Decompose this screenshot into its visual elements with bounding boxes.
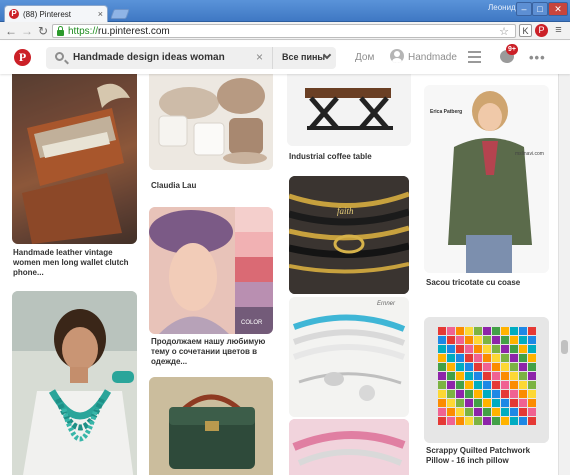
address-bar[interactable]: https:// ru.pinterest.com ☆ (52, 24, 516, 38)
bookmark-star-icon[interactable]: ☆ (499, 25, 509, 38)
reload-icon[interactable]: ↻ (36, 24, 50, 38)
url-host: ru.pinterest.com (98, 25, 170, 37)
new-tab-button[interactable] (110, 9, 130, 19)
browser-toolbar: ← → ↻ https:// ru.pinterest.com ☆ K P ≡ (0, 22, 570, 40)
woman-necklace-image-icon (12, 291, 137, 475)
pin-grid: Handmade leather vintage women men long … (0, 74, 558, 475)
infinity-bracelet-image-icon (289, 297, 409, 417)
scrollbar-thumb[interactable] (561, 340, 568, 354)
pin-image[interactable] (424, 317, 549, 443)
pin-caption[interactable]: Industrial coffee table (289, 152, 409, 162)
search-scope-select[interactable]: Все пины (282, 52, 325, 62)
page-scrollbar[interactable] (558, 74, 570, 475)
profile-link[interactable]: Handmade (408, 52, 457, 63)
browser-menu-icon[interactable]: ≡ (552, 24, 565, 37)
pinterest-favicon-icon: P (9, 9, 19, 19)
search-divider (272, 47, 273, 69)
avatar[interactable] (390, 49, 404, 63)
forward-arrow-icon[interactable]: → (20, 24, 34, 38)
search-icon (55, 52, 64, 61)
pin-image[interactable]: Erica Patberg mslinavi.com (424, 85, 549, 273)
maximize-button[interactable]: □ (532, 2, 548, 16)
ceramic-cups-image-icon (149, 74, 273, 170)
clear-search-icon[interactable]: × (256, 50, 263, 64)
browser-tab[interactable]: P (88) Pinterest × (4, 5, 108, 22)
search-box[interactable]: Handmade design ideas woman × Все пины (46, 47, 336, 69)
tab-title: (88) Pinterest (23, 9, 72, 19)
pinterest-logo-icon[interactable]: P (14, 49, 31, 66)
home-link[interactable]: Дом (355, 52, 374, 63)
notification-badge: 9+ (506, 44, 518, 55)
pin-image[interactable] (12, 291, 137, 475)
url-scheme: https:// (68, 25, 99, 37)
pin-image[interactable] (149, 74, 273, 170)
more-icon[interactable]: ••• (529, 50, 546, 65)
lock-icon (57, 25, 64, 36)
pin-image[interactable] (12, 74, 137, 244)
bracelet-text: faith (337, 206, 354, 216)
tab-close-icon[interactable]: × (98, 9, 103, 19)
pin-image[interactable]: COLOR (149, 207, 273, 334)
pinterest-header: P Handmade design ideas woman × Все пины… (0, 41, 570, 74)
pin-caption[interactable]: Sacou tricotate cu coase (426, 278, 546, 288)
pillow-image-icon (424, 317, 549, 443)
pin-caption[interactable]: Продолжаем нашу любимую тему о сочетании… (151, 337, 271, 367)
close-window-button[interactable]: ✕ (548, 2, 568, 16)
pin-image[interactable] (289, 419, 409, 475)
pin-caption[interactable]: Handmade leather vintage women men long … (13, 248, 135, 278)
pin-image[interactable]: Ernner (289, 297, 409, 417)
bracelet-brand: Ernner (377, 301, 396, 307)
swatch-label: COLOR (241, 320, 263, 326)
palette-image-icon (149, 207, 273, 334)
extension-icon[interactable]: K (519, 24, 532, 37)
minimize-button[interactable]: – (516, 2, 532, 16)
menu-icon[interactable] (468, 51, 481, 63)
site-watermark: mslinavi.com (515, 151, 544, 157)
pinterest-extension-icon[interactable]: P (535, 24, 548, 37)
search-input[interactable]: Handmade design ideas woman (73, 52, 225, 63)
pin-image[interactable]: faith (289, 176, 409, 294)
coffee-table-image-icon (287, 74, 411, 146)
bracelets-image-icon (289, 176, 409, 294)
window-title-bar: P (88) Pinterest × Леонид – □ ✕ (0, 0, 570, 22)
pin-image[interactable] (287, 74, 411, 146)
pin-caption[interactable]: Scrappy Quilted Patchwork Pillow - 16 in… (426, 446, 546, 466)
pink-bracelet-image-icon (289, 419, 409, 475)
wallet-image-icon (12, 74, 137, 244)
bag-image-icon (149, 377, 273, 475)
model-name: Erica Patberg (430, 109, 463, 115)
pin-caption[interactable]: Claudia Lau (151, 181, 271, 191)
back-arrow-icon[interactable]: ← (4, 24, 18, 38)
pin-image[interactable] (149, 377, 273, 475)
browser-user-label[interactable]: Леонид (488, 3, 516, 12)
